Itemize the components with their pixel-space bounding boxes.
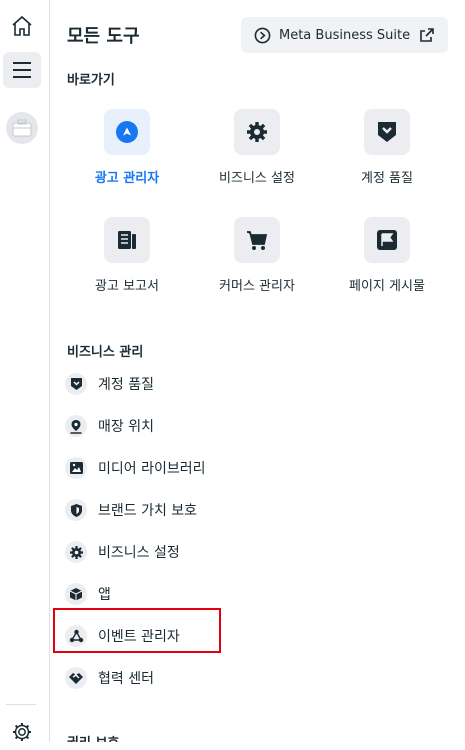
meta-business-suite-button[interactable]: Meta Business Suite [241,17,448,53]
shortcut-label: 광고 보고서 [95,279,159,294]
list-item-store-locations[interactable]: 매장 위치 [65,409,154,443]
events-manager-highlight [53,608,221,653]
all-tools-menu-button[interactable] [3,52,41,88]
handshake-icon [65,667,87,689]
list-item-label: 매장 위치 [98,419,154,435]
shortcuts-heading: 바로가기 [67,73,115,88]
rights-protection-heading: 권리 보호 [67,732,119,742]
gear-icon [65,541,87,563]
cart-icon [234,217,280,263]
external-link-icon [420,28,434,42]
shortcut-page-posts[interactable]: 페이지 게시물 [322,217,452,294]
shortcut-business-settings[interactable]: 비즈니스 설정 [192,109,322,186]
shield-icon [65,373,87,395]
left-rail [0,0,50,742]
ads-manager-icon [104,109,150,155]
list-item-label: 비즈니스 설정 [98,545,180,561]
list-item-brand-safety[interactable]: 브랜드 가치 보호 [65,493,197,527]
shield-icon [364,109,410,155]
business-account-button[interactable] [3,110,41,146]
location-pin-icon [65,415,87,437]
list-item-label: 브랜드 가치 보호 [98,503,198,519]
menu-icon [13,62,31,78]
list-item-label: 협력 센터 [98,671,154,687]
shortcut-label: 커머스 관리자 [219,279,295,294]
shortcut-label: 광고 관리자 [94,171,160,186]
shortcut-ads-reporting[interactable]: 광고 보고서 [62,217,192,294]
shortcut-ads-manager[interactable]: 광고 관리자 [62,109,192,186]
list-item-label: 앱 [98,587,111,603]
meta-business-suite-label: Meta Business Suite [279,27,411,43]
panel-title: 모든 도구 [67,26,140,47]
shortcut-label: 페이지 게시물 [349,279,425,294]
shortcut-account-quality[interactable]: 계정 품질 [322,109,452,186]
all-tools-panel: 모든 도구 Meta Business Suite 바로가기 광고 관리자 비즈… [51,0,465,742]
image-library-icon [65,457,87,479]
page-posts-icon [364,217,410,263]
shortcut-commerce-manager[interactable]: 커머스 관리자 [192,217,322,294]
shield-icon [65,499,87,521]
briefcase-avatar-icon [6,112,38,144]
gear-icon [13,723,31,741]
list-item-label: 미디어 라이브러리 [98,461,206,477]
list-item-collaboration-center[interactable]: 협력 센터 [65,661,154,695]
home-icon [12,15,32,36]
cube-icon [65,583,87,605]
shortcut-label: 비즈니스 설정 [219,171,295,186]
home-button[interactable] [3,8,41,44]
meta-business-suite-icon [254,27,271,43]
business-management-heading: 비즈니스 관리 [67,345,144,360]
list-item-account-quality[interactable]: 계정 품질 [65,367,154,401]
settings-button[interactable] [3,714,41,750]
list-item-business-settings[interactable]: 비즈니스 설정 [65,535,180,569]
rail-divider [6,704,36,705]
list-item-media-library[interactable]: 미디어 라이브러리 [65,451,206,485]
gear-icon [234,109,280,155]
shortcut-label: 계정 품질 [361,171,413,186]
list-item-label: 계정 품질 [98,377,154,393]
list-item-apps[interactable]: 앱 [65,577,111,611]
report-icon [104,217,150,263]
